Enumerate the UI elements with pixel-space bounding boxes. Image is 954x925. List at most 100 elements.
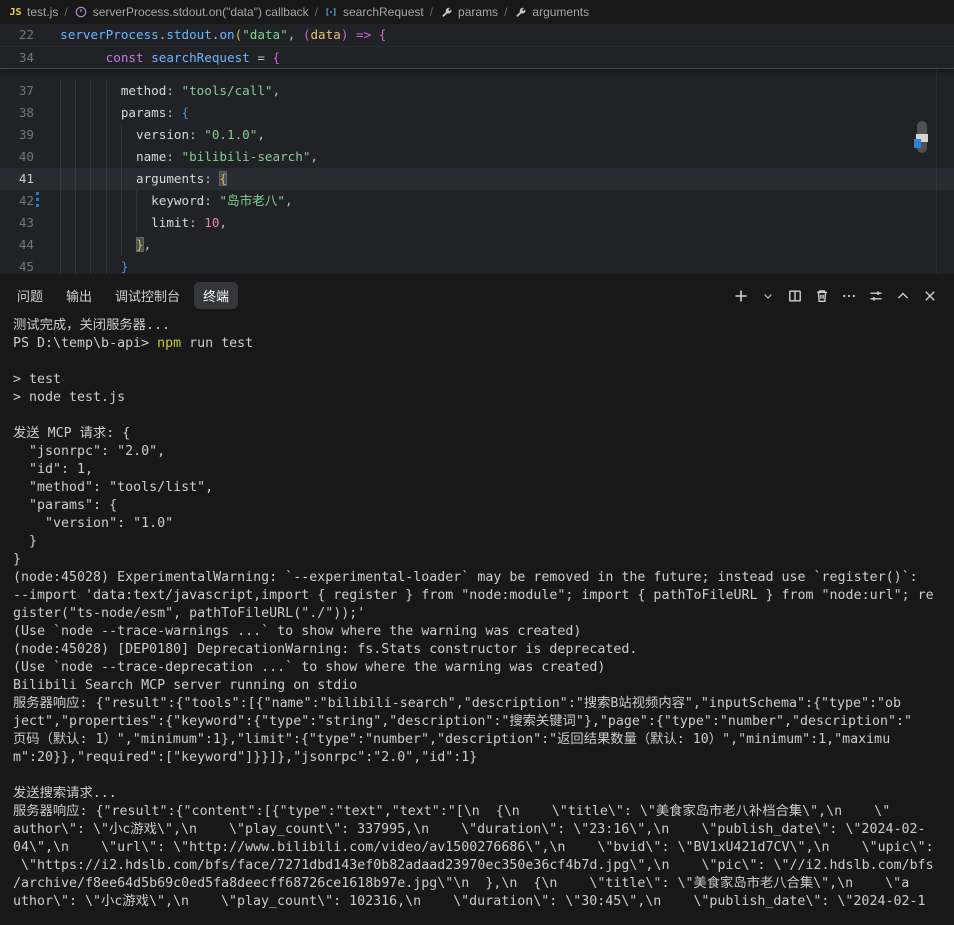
line-number: 43 bbox=[0, 212, 34, 234]
code-token: : bbox=[166, 83, 181, 98]
code-token: } bbox=[136, 237, 144, 252]
code-token bbox=[45, 259, 121, 274]
panel-tab-输出[interactable]: 输出 bbox=[57, 282, 101, 309]
code-line-43[interactable]: 43 limit: 10, bbox=[0, 212, 954, 234]
indent-guide bbox=[106, 80, 107, 274]
code-token: => bbox=[356, 27, 371, 42]
breadcrumb-separator: / bbox=[315, 5, 318, 19]
terminal-tune-sliders-icon[interactable] bbox=[866, 286, 886, 306]
terminal-line: author\": \"小c游戏\",\n \"play_count\": 33… bbox=[13, 821, 954, 839]
symbol-object-icon bbox=[324, 5, 339, 20]
indent-guide bbox=[75, 80, 76, 274]
line-number: 34 bbox=[0, 47, 34, 69]
code-lines: 37 method: "tools/call",38 params: {39 v… bbox=[0, 80, 954, 274]
panel-tab-问题[interactable]: 问题 bbox=[8, 282, 52, 309]
code-editor[interactable]: 37 method: "tools/call",38 params: {39 v… bbox=[0, 24, 954, 274]
terminal-profile-chevron-down-icon[interactable] bbox=[758, 286, 778, 306]
terminal-line: 发送搜索请求... bbox=[13, 785, 954, 803]
code-line-44[interactable]: 44 }, bbox=[0, 234, 954, 256]
code-token: { bbox=[182, 105, 190, 120]
terminal-text: 发送搜索请求... bbox=[13, 786, 117, 801]
line-number: 42 bbox=[0, 190, 34, 212]
code-text: version: "0.1.0", bbox=[45, 124, 265, 146]
panel-tab-终端[interactable]: 终端 bbox=[194, 282, 238, 309]
split-terminal-icon[interactable] bbox=[785, 286, 805, 306]
code-line-38[interactable]: 38 params: { bbox=[0, 102, 954, 124]
code-token bbox=[45, 50, 106, 65]
code-token: arguments bbox=[136, 171, 204, 186]
breadcrumb-separator: / bbox=[504, 5, 507, 19]
line-number: 37 bbox=[0, 80, 34, 102]
code-line-34[interactable]: 34 const searchRequest = { bbox=[0, 46, 954, 68]
code-text: serverProcess.stdout.on("data", (data) =… bbox=[45, 24, 386, 46]
code-line-40[interactable]: 40 name: "bilibili-search", bbox=[0, 146, 954, 168]
more-actions-ellipsis-icon[interactable] bbox=[839, 286, 859, 306]
code-token: searchRequest bbox=[151, 50, 250, 65]
breadcrumb-item-arguments[interactable]: arguments bbox=[513, 5, 589, 20]
code-line-37[interactable]: 37 method: "tools/call", bbox=[0, 80, 954, 102]
maximize-panel-chevron-up-icon[interactable] bbox=[893, 286, 913, 306]
terminal-line: m":20}},"required":["keyword"]}}]},"json… bbox=[13, 749, 954, 767]
terminal-line: --import 'data:text/javascript,import { … bbox=[13, 587, 954, 605]
terminal-line bbox=[13, 353, 954, 371]
code-token: "tools/call" bbox=[182, 83, 273, 98]
javascript-icon: JS bbox=[8, 5, 23, 20]
terminal-line: > node test.js bbox=[13, 389, 954, 407]
code-token: } bbox=[121, 259, 129, 274]
line-number: 40 bbox=[0, 146, 34, 168]
new-terminal-plus-icon[interactable] bbox=[731, 286, 751, 306]
terminal-line: } bbox=[13, 551, 954, 569]
code-token: "岛市老八" bbox=[219, 193, 285, 208]
terminal-text: (node:45028) ExperimentalWarning: `--exp… bbox=[13, 570, 918, 585]
code-token: data bbox=[310, 27, 340, 42]
terminal-output[interactable]: 测试完成，关闭服务器... PS D:\temp\b-api> npm run t… bbox=[13, 317, 954, 925]
terminal-text: \"https://i2.hdslb.com/bfs/face/7271dbd1… bbox=[13, 858, 934, 873]
panel-header: 问题输出调试控制台终端 bbox=[0, 274, 954, 317]
code-token: method bbox=[121, 83, 167, 98]
code-token: on bbox=[219, 27, 234, 42]
vscode-window: JStest.js / serverProcess.stdout.on("data"… bbox=[0, 0, 954, 925]
code-line-45[interactable]: 45 } bbox=[0, 256, 954, 274]
breadcrumb-item-test-js[interactable]: JStest.js bbox=[8, 5, 58, 20]
terminal-text: (Use `node --trace-warnings ...` to show… bbox=[13, 624, 581, 639]
code-token: "0.1.0" bbox=[204, 127, 257, 142]
terminal-text: } bbox=[13, 534, 37, 549]
code-token: : bbox=[166, 149, 181, 164]
code-text: params: { bbox=[45, 102, 189, 124]
line-number: 38 bbox=[0, 102, 34, 124]
code-token: : bbox=[204, 171, 219, 186]
kill-terminal-trash-icon[interactable] bbox=[812, 286, 832, 306]
panel-tab-调试控制台[interactable]: 调试控制台 bbox=[106, 282, 189, 309]
code-token: , bbox=[273, 83, 281, 98]
terminal-text: (node:45028) [DEP0180] DeprecationWarnin… bbox=[13, 642, 637, 657]
terminal-line: 04\",\n \"url\": \"http://www.bilibili.c… bbox=[13, 839, 954, 857]
terminal-text: "method": "tools/list", bbox=[13, 480, 213, 495]
code-token: : bbox=[166, 105, 181, 120]
code-token: limit bbox=[151, 215, 189, 230]
breadcrumb-item-serverprocess-stdout-on-data-callback[interactable]: serverProcess.stdout.on("data") callback bbox=[74, 5, 309, 20]
code-line-39[interactable]: 39 version: "0.1.0", bbox=[0, 124, 954, 146]
breadcrumb-item-searchrequest[interactable]: searchRequest bbox=[324, 5, 424, 20]
code-token: , bbox=[219, 215, 227, 230]
terminal-text: 测试完成，关闭服务器... bbox=[13, 318, 170, 333]
indent-guide bbox=[121, 124, 122, 256]
code-token: = bbox=[250, 50, 273, 65]
sticky-scroll[interactable]: 22 serverProcess.stdout.on("data", (data… bbox=[0, 24, 954, 69]
breadcrumb-item-params[interactable]: params bbox=[439, 5, 498, 20]
terminal-line: Bilibili Search MCP server running on st… bbox=[13, 677, 954, 695]
terminal-line: (node:45028) ExperimentalWarning: `--exp… bbox=[13, 569, 954, 587]
code-line-41[interactable]: 41 arguments: { bbox=[0, 168, 954, 190]
code-text: arguments: { bbox=[45, 168, 227, 190]
terminal-text: "jsonrpc": "2.0", bbox=[13, 444, 165, 459]
terminal-text: /archive/f8ee64d5b69c0ed5fa8deecff68726c… bbox=[13, 876, 909, 891]
code-line-42[interactable]: 42 keyword: "岛市老八", bbox=[0, 190, 954, 212]
terminal-line: PS D:\temp\b-api> npm run test bbox=[13, 335, 954, 353]
code-token: keyword bbox=[151, 193, 204, 208]
code-token: { bbox=[219, 171, 227, 186]
close-panel-x-icon[interactable] bbox=[920, 286, 940, 306]
code-text: } bbox=[45, 256, 128, 274]
code-line-22[interactable]: 22 serverProcess.stdout.on("data", (data… bbox=[0, 24, 954, 46]
terminal-text: Bilibili Search MCP server running on st… bbox=[13, 678, 357, 693]
code-token: { bbox=[273, 50, 281, 65]
terminal-line: 发送 MCP 请求: { bbox=[13, 425, 954, 443]
